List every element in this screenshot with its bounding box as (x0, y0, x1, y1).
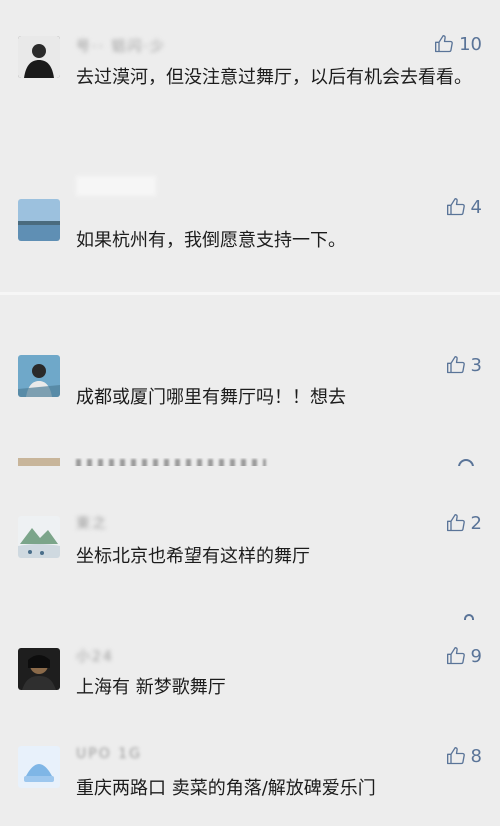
comment-author[interactable]: 東之 (76, 513, 108, 533)
like-count: 9 (470, 645, 482, 667)
thumbs-up-icon (464, 614, 474, 620)
clipped-comment-row (0, 612, 500, 620)
dark-portrait-icon (18, 648, 60, 690)
like-count: 8 (470, 745, 482, 767)
thumbs-up-icon (446, 514, 465, 532)
comment-text: 坐标北京也希望有这样的舞厅 (76, 546, 310, 567)
avatar (18, 458, 60, 466)
avatar[interactable] (18, 516, 60, 558)
comment-author[interactable] (76, 354, 186, 374)
thumbs-up-icon (446, 198, 465, 216)
comment-author[interactable] (76, 176, 156, 196)
thumbs-up-icon (446, 356, 465, 374)
thumbs-up-icon (446, 747, 465, 765)
lake-landscape-icon (18, 199, 60, 241)
like-button[interactable]: 4 (446, 196, 482, 218)
like-count: 3 (470, 354, 482, 376)
avatar[interactable] (18, 199, 60, 241)
thumbs-up-icon (446, 647, 465, 665)
like-button[interactable]: 3 (446, 354, 482, 376)
avatar[interactable] (18, 355, 60, 397)
like-count: 2 (470, 512, 482, 534)
comment-author[interactable]: 号·· 铝闪·少 (76, 36, 166, 56)
comment-text: 去过漠河，但没注意过舞厅，以后有机会去看看。 (76, 67, 472, 88)
like-button[interactable]: 10 (434, 33, 482, 55)
thumbs-up-icon (435, 35, 453, 53)
avatar[interactable] (18, 36, 60, 78)
child-avatar-icon (18, 355, 60, 397)
comment-author[interactable]: 小24 (76, 646, 114, 666)
comment-text: 重庆两路口 卖菜的角落/解放碑爱乐门 (76, 778, 376, 799)
comment-text: 成都或厦门哪里有舞厅吗！！想去 (76, 387, 346, 408)
clipped-comment-row (0, 458, 500, 466)
like-count: 4 (470, 196, 482, 218)
sky-object-icon (18, 746, 60, 788)
thumbs-up-icon (458, 459, 474, 466)
like-button[interactable]: 2 (446, 512, 482, 534)
avatar[interactable] (18, 648, 60, 690)
comment-author (76, 459, 266, 466)
like-button[interactable]: 9 (446, 645, 482, 667)
like-button[interactable]: 8 (446, 745, 482, 767)
comment-author[interactable]: UPO 1G (76, 746, 142, 766)
comment-text: 如果杭州有，我倒愿意支持一下。 (76, 230, 346, 251)
comment-text: 上海有 新梦歌舞厅 (76, 677, 226, 698)
avatar[interactable] (18, 746, 60, 788)
like-count: 10 (459, 33, 482, 55)
person-avatar-icon (18, 36, 60, 78)
mountain-painting-icon (18, 516, 60, 558)
